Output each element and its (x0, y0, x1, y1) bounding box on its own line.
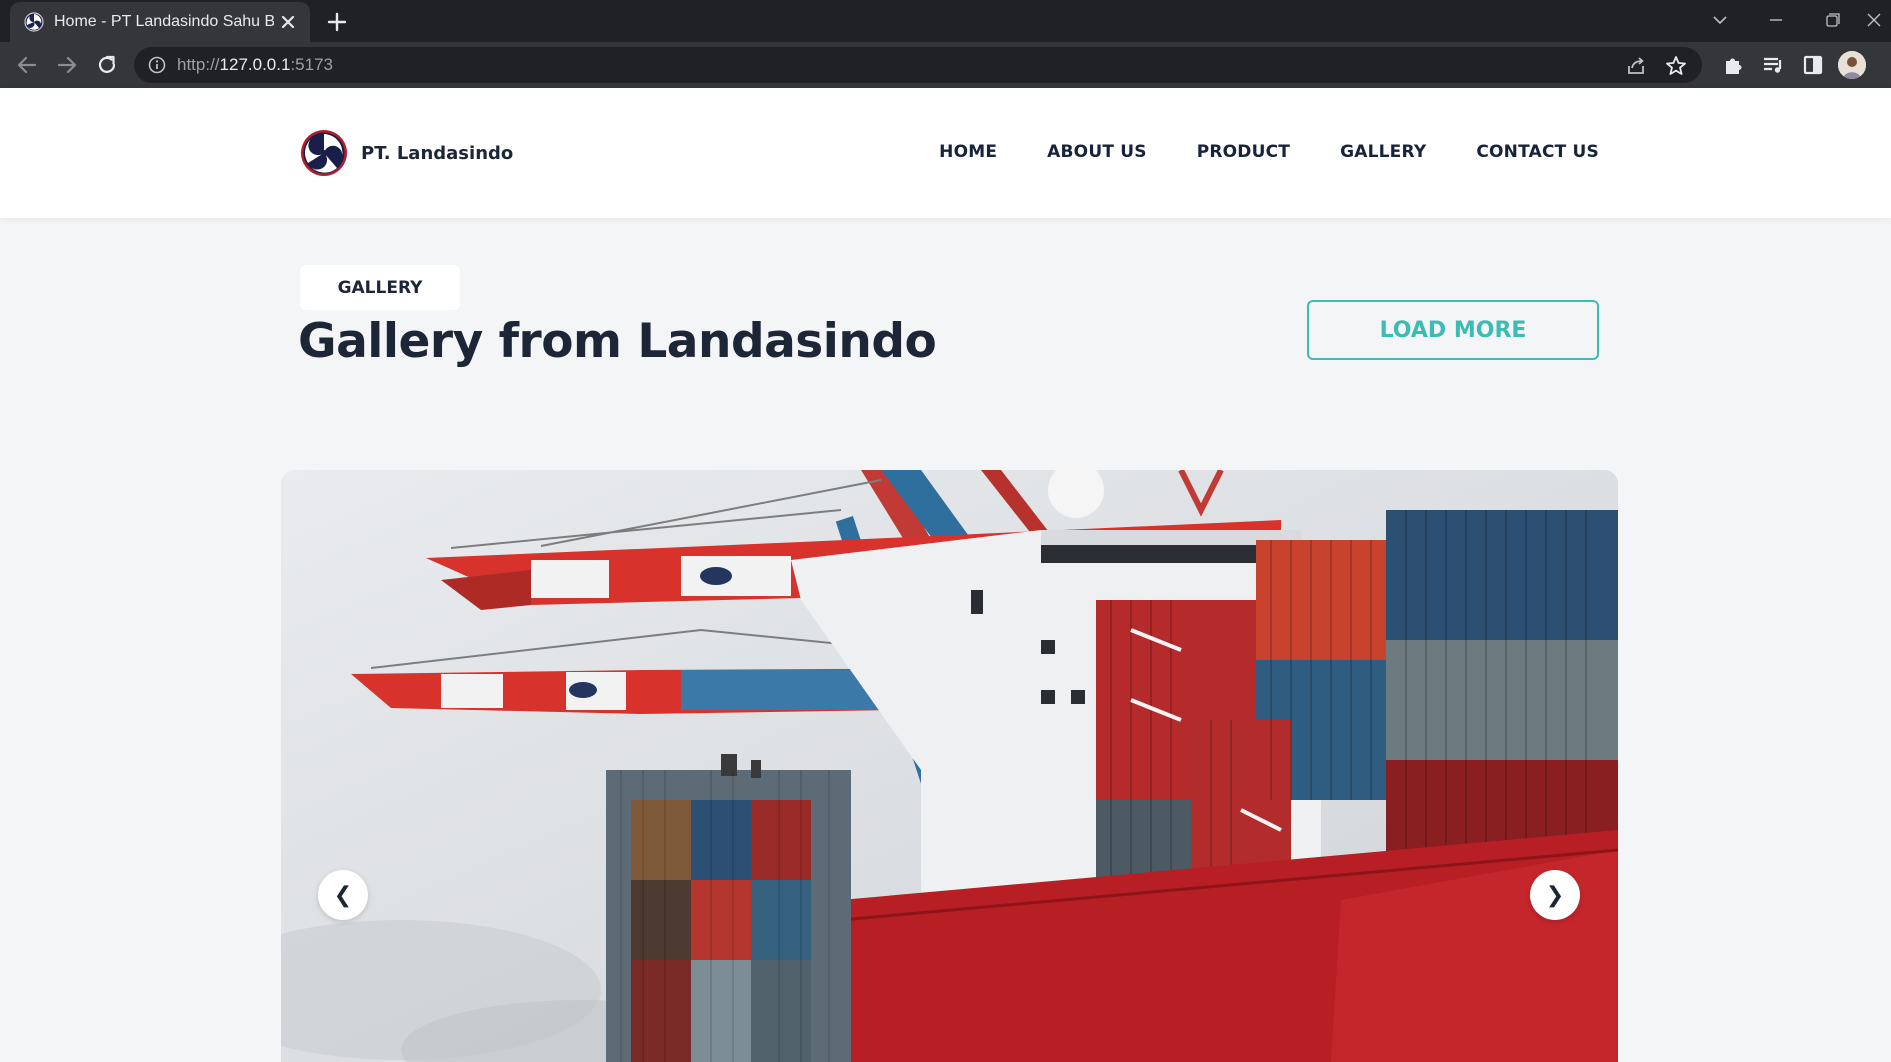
back-arrow-icon[interactable] (12, 50, 42, 80)
info-icon[interactable] (148, 56, 166, 74)
browser-tab-strip: Home - PT Landasindo Sahu Bandar (0, 0, 1891, 42)
star-icon[interactable] (1664, 54, 1688, 78)
address-bar[interactable]: http://127.0.0.1:5173 (134, 47, 1702, 83)
profile-avatar[interactable] (1838, 51, 1866, 79)
tab-favicon-icon (24, 12, 44, 32)
side-panel-icon[interactable] (1800, 52, 1826, 78)
chevron-down-icon[interactable] (1700, 6, 1740, 34)
carousel-next-button[interactable]: ❯ (1530, 870, 1580, 920)
carousel-prev-button[interactable]: ❮ (318, 870, 368, 920)
nav-gallery[interactable]: GALLERY (1340, 142, 1426, 162)
browser-tab-active[interactable]: Home - PT Landasindo Sahu Bandar (10, 2, 310, 42)
close-icon[interactable] (276, 10, 300, 34)
plus-icon[interactable] (324, 9, 350, 35)
section-badge: GALLERY (300, 265, 460, 310)
media-queue-icon[interactable] (1760, 52, 1786, 78)
nav-about-us[interactable]: ABOUT US (1047, 142, 1147, 162)
section-title: Gallery from Landasindo (298, 314, 937, 369)
tab-title: Home - PT Landasindo Sahu Bandar (54, 13, 274, 30)
close-window-icon[interactable] (1858, 6, 1891, 34)
brand-link[interactable]: PT. Landasindo (300, 129, 513, 177)
restore-icon[interactable] (1812, 6, 1852, 34)
main-navigation: HOME ABOUT US PRODUCT GALLERY CONTACT US (939, 142, 1599, 162)
site-header: PT. Landasindo HOME ABOUT US PRODUCT GAL… (0, 88, 1891, 218)
share-icon[interactable] (1624, 54, 1648, 78)
gallery-carousel: ❮ ❯ (281, 470, 1618, 1062)
company-logo-icon (301, 130, 347, 176)
nav-product[interactable]: PRODUCT (1197, 142, 1290, 162)
load-more-button[interactable]: LOAD MORE (1307, 300, 1599, 360)
nav-contact-us[interactable]: CONTACT US (1476, 142, 1599, 162)
nav-home[interactable]: HOME (939, 142, 997, 162)
extensions-icon[interactable] (1720, 52, 1746, 78)
forward-arrow-icon[interactable] (52, 50, 82, 80)
reload-icon[interactable] (92, 50, 122, 80)
brand-name: PT. Landasindo (361, 142, 514, 164)
minimize-icon[interactable] (1756, 6, 1796, 34)
browser-toolbar: http://127.0.0.1:5173 (0, 42, 1891, 88)
gallery-slide-image (281, 470, 1618, 1062)
url-text: http://127.0.0.1:5173 (177, 55, 333, 74)
